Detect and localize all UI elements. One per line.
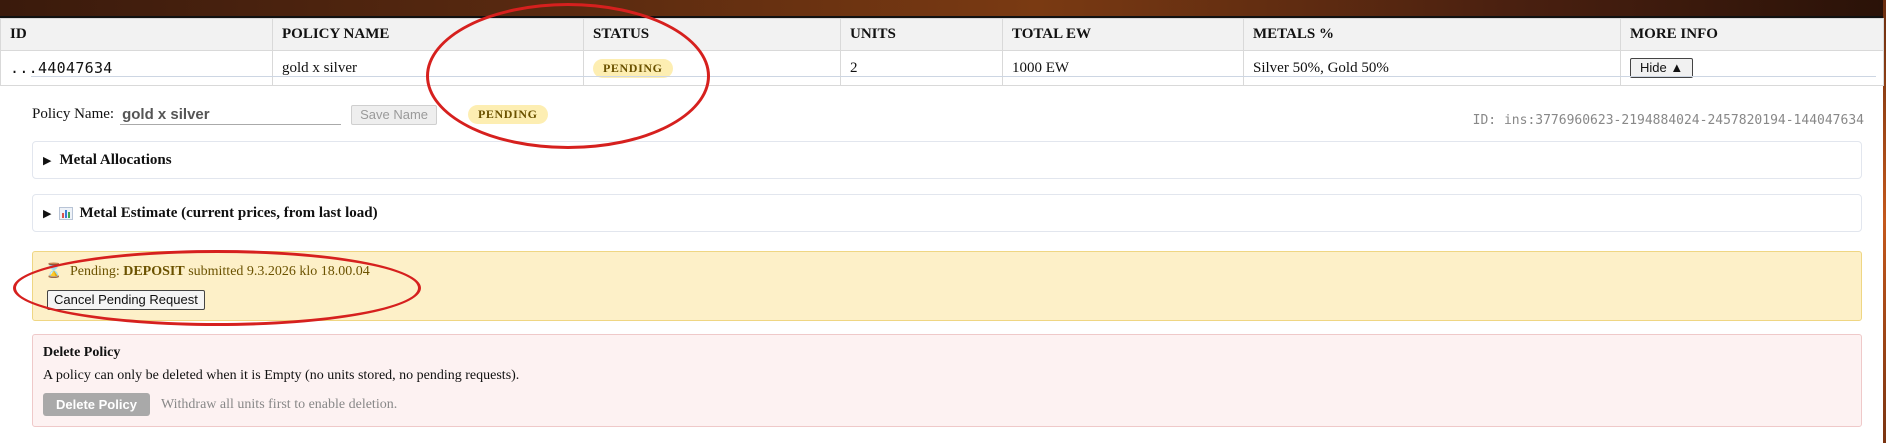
col-header-more-info: MORE INFO xyxy=(1620,18,1884,51)
delete-policy-button[interactable]: Delete Policy xyxy=(43,393,150,416)
delete-policy-box: Delete Policy A policy can only be delet… xyxy=(32,334,1862,427)
policy-name-input[interactable] xyxy=(120,104,342,125)
metal-estimate-toggle[interactable]: ▶ Metal Estimate (current prices, from l… xyxy=(32,194,1862,232)
policy-name-row: Policy Name: Save Name PENDING xyxy=(32,104,548,125)
hide-details-button[interactable]: Hide ▲ xyxy=(1630,58,1694,78)
col-header-status: STATUS xyxy=(583,18,841,51)
cell-units: 2 xyxy=(840,50,1003,86)
pending-request-box: ⌛ Pending: DEPOSIT submitted 9.3.2026 kl… xyxy=(32,251,1862,321)
col-header-units: UNITS xyxy=(840,18,1003,51)
pending-suffix: submitted 9.3.2026 klo 18.00.04 xyxy=(188,264,370,279)
delete-policy-title: Delete Policy xyxy=(43,345,121,360)
col-header-policy-name: POLICY NAME xyxy=(272,18,584,51)
cell-more-info: Hide ▲ xyxy=(1620,50,1884,86)
cell-metals: Silver 50%, Gold 50% xyxy=(1243,50,1621,86)
triangle-right-icon: ▶ xyxy=(43,206,52,220)
status-badge: PENDING xyxy=(593,58,673,78)
policy-id-text: ID: ins:3776960623-2194884024-2457820194… xyxy=(1472,113,1864,128)
col-header-id: ID xyxy=(0,18,273,51)
table-header-row: ID POLICY NAME STATUS UNITS TOTAL EW MET… xyxy=(0,18,1884,51)
table-row[interactable]: ...44047634 gold x silver PENDING 2 1000… xyxy=(0,50,1884,86)
metal-estimate-label: Metal Estimate (current prices, from las… xyxy=(79,204,378,221)
divider xyxy=(31,76,1876,77)
cell-policy-name: gold x silver xyxy=(272,50,584,86)
metal-allocations-toggle[interactable]: ▶ Metal Allocations xyxy=(32,141,1862,179)
background-strip xyxy=(0,0,1886,16)
cell-id: ...44047634 xyxy=(0,50,273,86)
detail-status-badge: PENDING xyxy=(468,105,548,124)
col-header-total-ew: TOTAL EW xyxy=(1002,18,1244,51)
pending-prefix: Pending: xyxy=(69,264,120,279)
bar-chart-icon xyxy=(59,206,74,220)
triangle-right-icon: ▶ xyxy=(43,153,52,167)
cancel-pending-button[interactable]: Cancel Pending Request xyxy=(47,290,205,310)
cell-total-ew: 1000 EW xyxy=(1002,50,1244,86)
cell-status: PENDING xyxy=(583,50,841,86)
hourglass-icon: ⌛ xyxy=(45,263,63,279)
save-name-button[interactable]: Save Name xyxy=(351,104,437,125)
delete-policy-description: A policy can only be deleted when it is … xyxy=(43,368,520,383)
metal-allocations-label: Metal Allocations xyxy=(59,151,172,168)
policy-name-label: Policy Name: xyxy=(32,106,115,122)
delete-policy-hint: Withdraw all units first to enable delet… xyxy=(161,397,398,412)
pending-message: ⌛ Pending: DEPOSIT submitted 9.3.2026 kl… xyxy=(45,263,370,280)
pending-type: DEPOSIT xyxy=(123,264,185,279)
col-header-metals: METALS % xyxy=(1243,18,1621,51)
